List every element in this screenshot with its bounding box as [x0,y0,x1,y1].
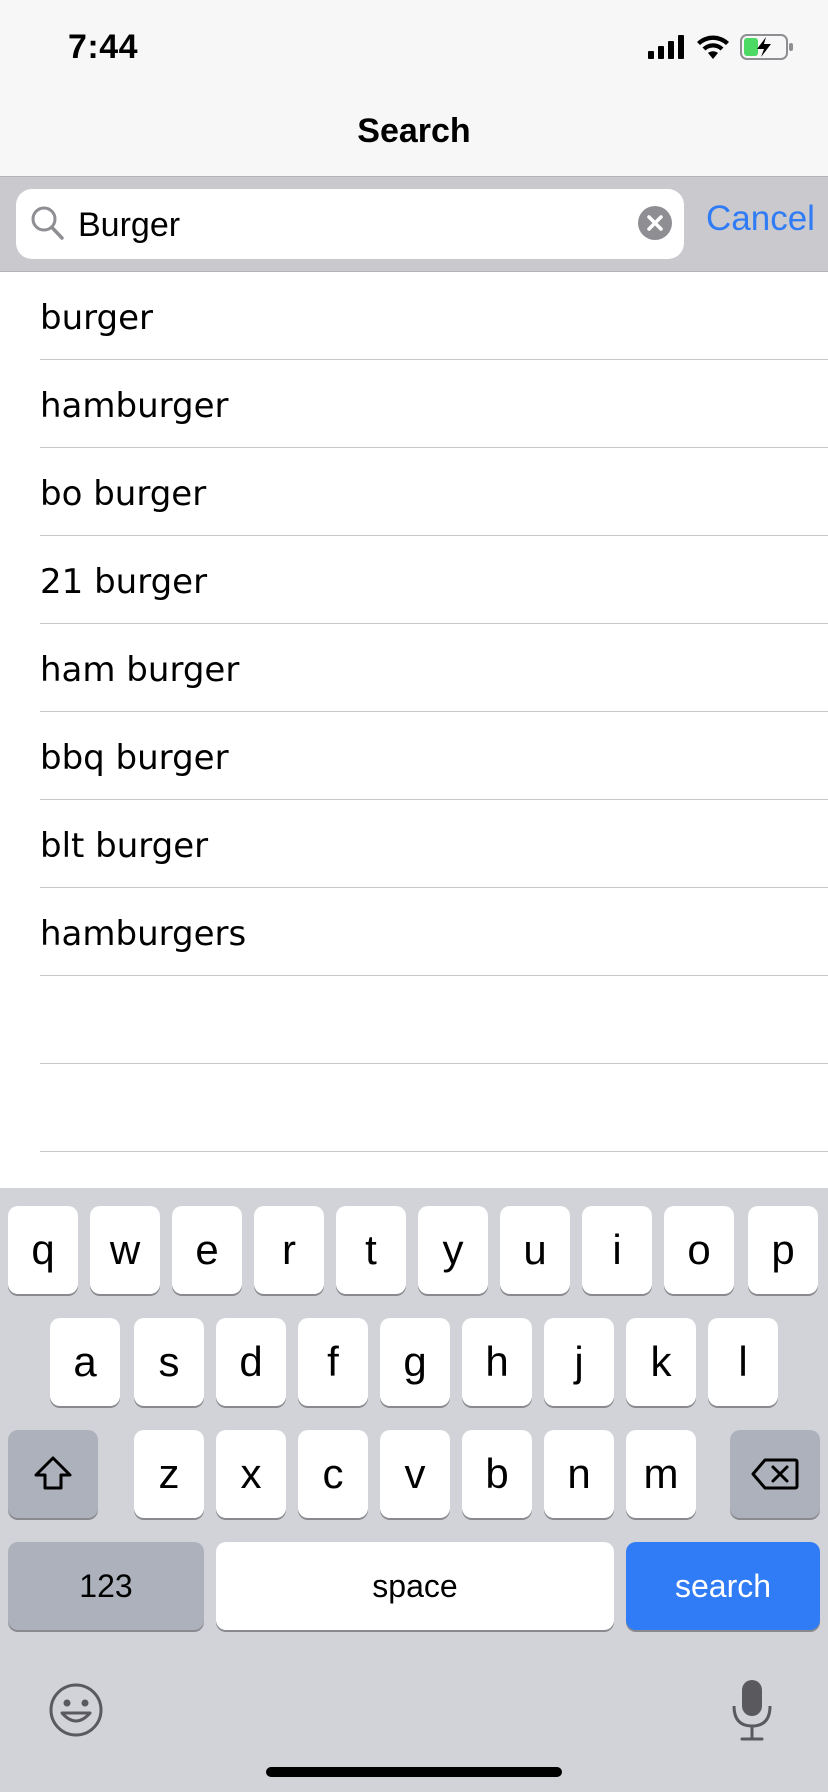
key-g[interactable]: g [380,1318,450,1406]
suggestion-item[interactable]: burger [0,272,828,360]
key-s[interactable]: s [134,1318,204,1406]
suggestion-item[interactable]: bbq burger [0,712,828,800]
shift-icon [34,1456,72,1490]
key-i[interactable]: i [582,1206,652,1294]
close-icon [647,215,663,231]
key-n[interactable]: n [544,1430,614,1518]
status-time: 7:44 [68,28,139,66]
delete-key[interactable] [730,1430,820,1518]
page-title: Search [357,112,471,150]
suggestion-label: blt burger [40,826,209,866]
battery-charging-icon [740,34,793,60]
suggestion-label: 21 burger [40,562,208,602]
suggestion-list: burger hamburger bo burger 21 burger ham… [0,272,828,1152]
search-key[interactable]: search [626,1542,820,1630]
key-y[interactable]: y [418,1206,488,1294]
cancel-button[interactable]: Cancel [706,199,815,239]
suggestion-item[interactable]: 21 burger [0,536,828,624]
suggestion-label: ham burger [40,650,240,690]
key-r[interactable]: r [254,1206,324,1294]
suggestion-item[interactable]: bo burger [0,448,828,536]
emoji-button[interactable] [48,1682,104,1743]
home-indicator [266,1767,562,1777]
search-bar: Burger Cancel [0,177,828,272]
suggestion-label: bo burger [40,474,207,514]
key-q[interactable]: q [8,1206,78,1294]
status-bar: 7:44 [0,0,828,100]
numbers-key[interactable]: 123 [8,1542,204,1630]
shift-key[interactable] [8,1430,98,1518]
key-j[interactable]: j [544,1318,614,1406]
cellular-signal-icon [648,35,684,59]
key-p[interactable]: p [748,1206,818,1294]
suggestion-label: burger [40,298,153,338]
key-b[interactable]: b [462,1430,532,1518]
empty-row [0,1064,828,1152]
suggestion-item[interactable]: ham burger [0,624,828,712]
key-c[interactable]: c [298,1430,368,1518]
search-icon [31,206,64,240]
suggestion-label: hamburgers [40,914,247,954]
key-t[interactable]: t [336,1206,406,1294]
key-e[interactable]: e [172,1206,242,1294]
suggestion-item[interactable]: hamburger [0,360,828,448]
key-v[interactable]: v [380,1430,450,1518]
suggestion-item[interactable]: blt burger [0,800,828,888]
key-l[interactable]: l [708,1318,778,1406]
wifi-icon [697,35,729,59]
suggestion-label: hamburger [40,386,229,426]
search-input-value: Burger [78,206,181,244]
key-u[interactable]: u [500,1206,570,1294]
microphone-icon [732,1680,772,1741]
key-z[interactable]: z [134,1430,204,1518]
dictation-button[interactable] [730,1678,774,1747]
clear-search-button[interactable] [638,206,672,240]
keyboard: q w e r t y u i o p a s d f g h j k l z … [0,1188,828,1792]
nav-bar: Search [0,100,828,177]
suggestion-item[interactable]: hamburgers [0,888,828,976]
space-key[interactable]: space [216,1542,614,1630]
key-f[interactable]: f [298,1318,368,1406]
empty-row [0,976,828,1064]
key-o[interactable]: o [664,1206,734,1294]
suggestion-label: bbq burger [40,738,229,778]
status-icons [648,34,794,60]
key-x[interactable]: x [216,1430,286,1518]
delete-icon [751,1458,799,1490]
key-k[interactable]: k [626,1318,696,1406]
key-w[interactable]: w [90,1206,160,1294]
search-input[interactable]: Burger [16,189,684,259]
key-a[interactable]: a [50,1318,120,1406]
key-h[interactable]: h [462,1318,532,1406]
key-m[interactable]: m [626,1430,696,1518]
key-d[interactable]: d [216,1318,286,1406]
emoji-icon [49,1683,103,1737]
